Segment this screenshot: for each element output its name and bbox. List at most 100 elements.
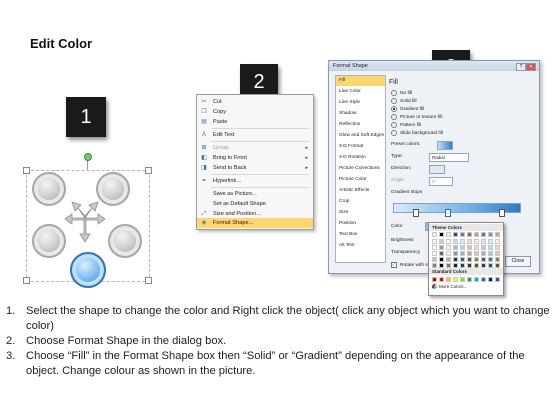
menu-item-cut[interactable]: ✂ Cut bbox=[197, 97, 313, 107]
theme-color-swatch[interactable] bbox=[446, 232, 451, 237]
radio-picture-fill[interactable]: Picture or texture fill bbox=[391, 113, 442, 121]
theme-color-swatch[interactable] bbox=[488, 239, 493, 244]
theme-color-swatch[interactable] bbox=[488, 232, 493, 237]
theme-color-swatch[interactable] bbox=[481, 232, 486, 237]
theme-color-swatch[interactable] bbox=[474, 257, 479, 262]
nav-item-3d-rotation[interactable]: 3-D Rotation bbox=[336, 153, 385, 163]
theme-color-swatch[interactable] bbox=[488, 257, 493, 262]
nav-item-size[interactable]: Size bbox=[336, 208, 385, 218]
theme-color-swatch[interactable] bbox=[453, 257, 458, 262]
theme-color-swatch[interactable] bbox=[460, 245, 465, 250]
theme-color-swatch[interactable] bbox=[481, 245, 486, 250]
resize-handle-bl[interactable] bbox=[23, 277, 30, 284]
theme-color-swatch[interactable] bbox=[446, 239, 451, 244]
theme-color-swatch[interactable] bbox=[432, 232, 437, 237]
radio-solid-fill[interactable]: Solid fill bbox=[391, 97, 417, 105]
menu-item-set-default-shape[interactable]: Set as Default Shape bbox=[197, 199, 313, 209]
radio-slide-background-fill[interactable]: Slide background fill bbox=[391, 129, 443, 137]
theme-color-swatch[interactable] bbox=[432, 257, 437, 262]
menu-item-send-to-back[interactable]: ◨ Send to Back ▸ bbox=[197, 163, 313, 173]
theme-color-swatch[interactable] bbox=[453, 239, 458, 244]
theme-color-swatch[interactable] bbox=[474, 245, 479, 250]
shape-circle-bottom-right[interactable] bbox=[108, 224, 142, 258]
theme-color-swatch[interactable] bbox=[495, 257, 500, 262]
theme-color-swatch[interactable] bbox=[453, 245, 458, 250]
theme-color-swatch[interactable] bbox=[488, 245, 493, 250]
theme-color-swatch[interactable] bbox=[474, 251, 479, 256]
menu-item-edit-text[interactable]: A Edit Text bbox=[197, 130, 313, 140]
close-button[interactable]: Close bbox=[505, 256, 531, 267]
theme-color-swatch[interactable] bbox=[481, 239, 486, 244]
theme-color-swatch[interactable] bbox=[453, 251, 458, 256]
nav-item-shadow[interactable]: Shadow bbox=[336, 109, 385, 119]
menu-item-save-as-picture[interactable]: Save as Picture... bbox=[197, 189, 313, 199]
menu-item-paste[interactable]: ▤ Paste bbox=[197, 117, 313, 127]
standard-color-swatch[interactable] bbox=[432, 277, 437, 282]
resize-handle-tr[interactable] bbox=[145, 167, 152, 174]
theme-color-swatch[interactable] bbox=[495, 245, 500, 250]
theme-color-swatch[interactable] bbox=[432, 239, 437, 244]
radio-no-fill[interactable]: No fill bbox=[391, 89, 412, 97]
type-dropdown[interactable]: Radial bbox=[429, 153, 469, 162]
theme-color-swatch[interactable] bbox=[439, 239, 444, 244]
gradient-stop-selected[interactable] bbox=[445, 209, 451, 217]
theme-color-swatch[interactable] bbox=[446, 245, 451, 250]
nav-item-3d-format[interactable]: 3-D Format bbox=[336, 142, 385, 152]
theme-color-swatch[interactable] bbox=[474, 232, 479, 237]
standard-color-swatch[interactable] bbox=[495, 277, 500, 282]
theme-color-swatch[interactable] bbox=[432, 251, 437, 256]
standard-color-swatch[interactable] bbox=[439, 277, 444, 282]
theme-color-swatch[interactable] bbox=[432, 245, 437, 250]
preset-colors-dropdown[interactable] bbox=[437, 141, 453, 150]
theme-color-swatch[interactable] bbox=[453, 232, 458, 237]
theme-color-swatch[interactable] bbox=[439, 251, 444, 256]
menu-item-bring-to-front[interactable]: ◧ Bring to Front ▸ bbox=[197, 153, 313, 163]
theme-color-swatch[interactable] bbox=[439, 257, 444, 262]
nav-item-reflection[interactable]: Reflection bbox=[336, 120, 385, 130]
theme-color-swatch[interactable] bbox=[488, 251, 493, 256]
theme-color-swatch[interactable] bbox=[495, 239, 500, 244]
nav-item-line-style[interactable]: Line Style bbox=[336, 98, 385, 108]
theme-color-swatch[interactable] bbox=[446, 257, 451, 262]
resize-handle-br[interactable] bbox=[145, 277, 152, 284]
theme-color-swatch[interactable] bbox=[460, 232, 465, 237]
shape-circle-top-left[interactable] bbox=[32, 172, 66, 206]
nav-item-text-box[interactable]: Text Box bbox=[336, 230, 385, 240]
theme-color-swatch[interactable] bbox=[481, 251, 486, 256]
theme-color-swatch[interactable] bbox=[439, 232, 444, 237]
theme-color-swatch[interactable] bbox=[467, 239, 472, 244]
standard-color-swatch[interactable] bbox=[453, 277, 458, 282]
gradient-stop[interactable] bbox=[413, 209, 419, 217]
more-colors-item[interactable]: More Colors... bbox=[432, 284, 467, 289]
theme-color-swatch[interactable] bbox=[467, 232, 472, 237]
nav-item-picture-corrections[interactable]: Picture Corrections bbox=[336, 164, 385, 174]
nav-item-picture-color[interactable]: Picture Color bbox=[336, 175, 385, 185]
shape-circle-selected-blue[interactable] bbox=[70, 252, 106, 288]
nav-item-fill[interactable]: Fill bbox=[336, 76, 385, 86]
theme-color-swatch[interactable] bbox=[474, 239, 479, 244]
menu-item-group[interactable]: ⊞ Group ▸ bbox=[197, 143, 313, 153]
theme-color-swatch[interactable] bbox=[467, 245, 472, 250]
standard-color-swatch[interactable] bbox=[467, 277, 472, 282]
theme-color-swatch[interactable] bbox=[481, 257, 486, 262]
standard-color-swatch[interactable] bbox=[481, 277, 486, 282]
theme-color-swatch[interactable] bbox=[467, 251, 472, 256]
radio-pattern-fill[interactable]: Pattern fill bbox=[391, 121, 421, 129]
resize-handle-tl[interactable] bbox=[23, 167, 30, 174]
angle-input[interactable]: 0° bbox=[429, 177, 453, 186]
theme-color-swatch[interactable] bbox=[495, 232, 500, 237]
menu-item-copy[interactable]: ❐ Copy bbox=[197, 107, 313, 117]
standard-color-swatch[interactable] bbox=[460, 277, 465, 282]
direction-dropdown[interactable] bbox=[429, 165, 445, 174]
standard-color-swatch[interactable] bbox=[446, 277, 451, 282]
theme-color-swatch[interactable] bbox=[460, 251, 465, 256]
close-icon[interactable]: ✕ bbox=[526, 63, 536, 71]
nav-item-alt-text[interactable]: Alt Text bbox=[336, 241, 385, 251]
standard-color-swatch[interactable] bbox=[488, 277, 493, 282]
menu-item-format-shape[interactable]: ◈ Format Shape... bbox=[197, 218, 313, 228]
theme-color-swatch[interactable] bbox=[439, 245, 444, 250]
menu-item-hyperlink[interactable]: ⚭ Hyperlink... bbox=[197, 176, 313, 186]
shape-circle-bottom-left[interactable] bbox=[32, 224, 66, 258]
nav-item-artistic-effects[interactable]: Artistic Effects bbox=[336, 186, 385, 196]
nav-item-glow[interactable]: Glow and Soft Edges bbox=[336, 131, 385, 141]
